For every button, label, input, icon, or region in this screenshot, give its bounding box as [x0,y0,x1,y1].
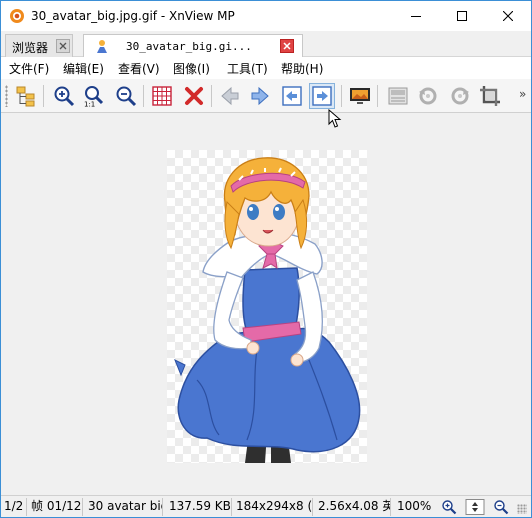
tab-image[interactable]: 30_avatar_big.gi... [83,34,303,58]
close-icon[interactable] [280,39,294,53]
title-bar[interactable]: 30_avatar_big.jpg.gif - XnView MP [1,1,531,31]
previous-button[interactable] [217,83,243,109]
toolbar-separator [377,85,378,107]
toolbar-separator [143,85,144,107]
close-icon[interactable] [56,39,70,53]
fullscreen-icon [350,88,370,104]
menu-help[interactable]: 帮助(H) [281,60,323,77]
toolbar-overflow-chevron-icon[interactable]: » [519,87,526,101]
layout-icon [388,87,408,105]
close-window-button[interactable] [485,1,531,31]
menu-tools[interactable]: 工具(T) [227,60,268,77]
crop-icon [480,86,500,106]
anime-character-image [174,157,361,463]
image-viewer[interactable] [1,113,531,495]
fullscreen-button[interactable] [347,83,373,109]
zoom-in-button[interactable] [51,83,77,109]
zoom-spin-icon[interactable] [465,499,485,515]
svg-text:1:1: 1:1 [84,101,95,108]
status-zoom: 100% [397,499,432,513]
grid-icon [152,86,172,106]
zoom-in-icon[interactable] [441,499,457,515]
first-image-button[interactable] [279,83,305,109]
first-image-icon [282,86,302,106]
status-print-size: 2.56x4.08 英寸 [315,498,391,516]
window-title: 30_avatar_big.jpg.gif - XnView MP [31,9,235,23]
previous-icon [221,86,239,106]
delete-icon [185,87,203,105]
status-filename: 30 avatar big [85,498,163,516]
toolbar-separator [211,85,212,107]
delete-button[interactable] [181,83,207,109]
xnview-logo-icon [10,9,24,23]
status-index: 1/2 [1,498,27,516]
minimize-icon [411,16,421,17]
zoom-out-icon[interactable] [493,499,509,515]
close-icon [503,11,513,21]
app-window: 30_avatar_big.jpg.gif - XnView MP 浏览器 30… [0,0,532,518]
rotate-left-icon [419,87,437,105]
tab-browser[interactable]: 浏览器 [5,34,73,57]
next-image-button[interactable] [309,83,335,109]
toolbar-separator [341,85,342,107]
zoom-out-icon [116,86,137,107]
browser-button[interactable] [13,83,39,109]
zoom-1to1-icon: 1:1 [84,86,104,108]
layout-button[interactable] [385,83,411,109]
menu-image[interactable]: 图像(I) [173,60,210,77]
status-frame: 帧 01/12 [28,498,83,516]
rotate-right-button[interactable] [447,83,473,109]
tab-bar: 浏览器 30_avatar_big.gi... [1,31,531,58]
resize-grip-icon[interactable] [517,504,527,514]
rotate-left-button[interactable] [415,83,441,109]
maximize-icon [457,11,467,21]
next-button[interactable] [247,83,273,109]
toolbar: 1:1 [1,79,531,113]
menu-view[interactable]: 查看(V) [118,60,160,77]
toolbar-grip[interactable] [5,85,8,107]
zoom-1to1-button[interactable]: 1:1 [81,83,107,109]
tab-label: 浏览器 [12,41,49,55]
zoom-in-icon [54,86,75,107]
next-icon [251,86,269,106]
zoom-out-button[interactable] [113,83,139,109]
mouse-cursor-icon [328,109,342,128]
next-image-icon [312,86,332,106]
status-dimensions: 184x294x8 (1 [233,498,313,516]
status-bar: 1/2 帧 01/12 30 avatar big 137.59 KB 184x… [1,495,531,517]
rotate-right-icon [451,87,469,105]
menu-file[interactable]: 文件(F) [9,60,49,77]
menu-edit[interactable]: 编辑(E) [63,60,104,77]
status-filesize: 137.59 KB [166,498,232,516]
image-canvas [167,150,367,463]
minimize-button[interactable] [393,1,439,31]
grid-button[interactable] [149,83,175,109]
crop-button[interactable] [477,83,503,109]
toolbar-separator [43,85,44,107]
browser-tree-icon [16,86,35,107]
menu-bar: 文件(F) 编辑(E) 查看(V) 图像(I) 工具(T) 帮助(H) [1,57,531,79]
maximize-button[interactable] [439,1,485,31]
tab-label: 30_avatar_big.gi... [126,40,252,53]
image-tab-icon [97,40,107,53]
